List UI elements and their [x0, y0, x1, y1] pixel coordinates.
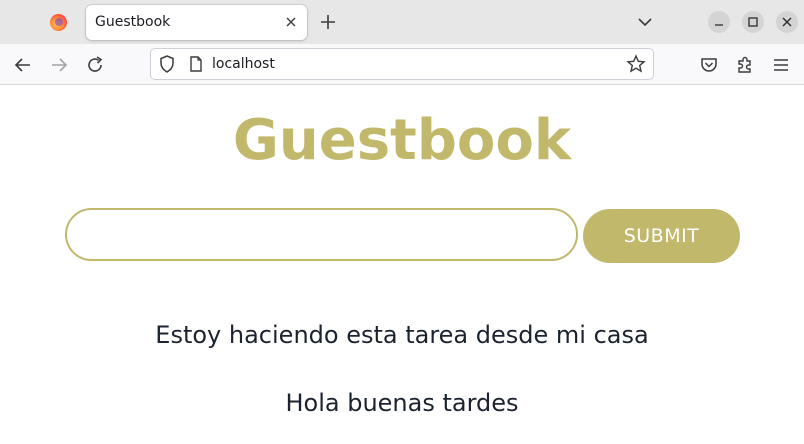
extensions-puzzle-icon[interactable]: [733, 53, 757, 77]
hamburger-menu-icon[interactable]: [769, 53, 793, 77]
navigation-bar: localhost: [0, 44, 804, 85]
pocket-icon[interactable]: [697, 53, 721, 77]
close-tab-icon[interactable]: [281, 11, 301, 33]
maximize-icon[interactable]: [742, 11, 764, 33]
page-content: Guestbook SUBMIT Estoy haciendo esta tar…: [0, 86, 804, 444]
bookmark-star-icon[interactable]: [626, 54, 646, 74]
guestbook-entry: Hola buenas tardes: [285, 389, 519, 417]
guestbook-message-input[interactable]: [65, 208, 578, 261]
firefox-logo-icon: [50, 14, 67, 31]
minimize-icon[interactable]: [708, 11, 730, 33]
tab-strip: Guestbook: [0, 0, 804, 44]
close-window-icon[interactable]: [776, 11, 798, 33]
url-bar[interactable]: localhost: [150, 48, 654, 80]
shield-icon[interactable]: [157, 54, 177, 74]
page-icon[interactable]: [187, 55, 205, 73]
submit-button[interactable]: SUBMIT: [583, 209, 740, 263]
page-title: Guestbook: [232, 108, 572, 173]
guestbook-entry: Estoy haciendo esta tarea desde mi casa: [155, 321, 649, 349]
back-arrow-left-icon[interactable]: [11, 53, 35, 77]
tab-list-chevron-down-icon[interactable]: [634, 11, 656, 33]
reload-icon[interactable]: [83, 53, 107, 77]
new-tab-button[interactable]: [316, 9, 340, 35]
url-text[interactable]: localhost: [212, 56, 275, 72]
tab-guestbook[interactable]: Guestbook: [86, 5, 307, 40]
tab-title: Guestbook: [95, 14, 171, 30]
forward-arrow-right-icon[interactable]: [47, 53, 71, 77]
